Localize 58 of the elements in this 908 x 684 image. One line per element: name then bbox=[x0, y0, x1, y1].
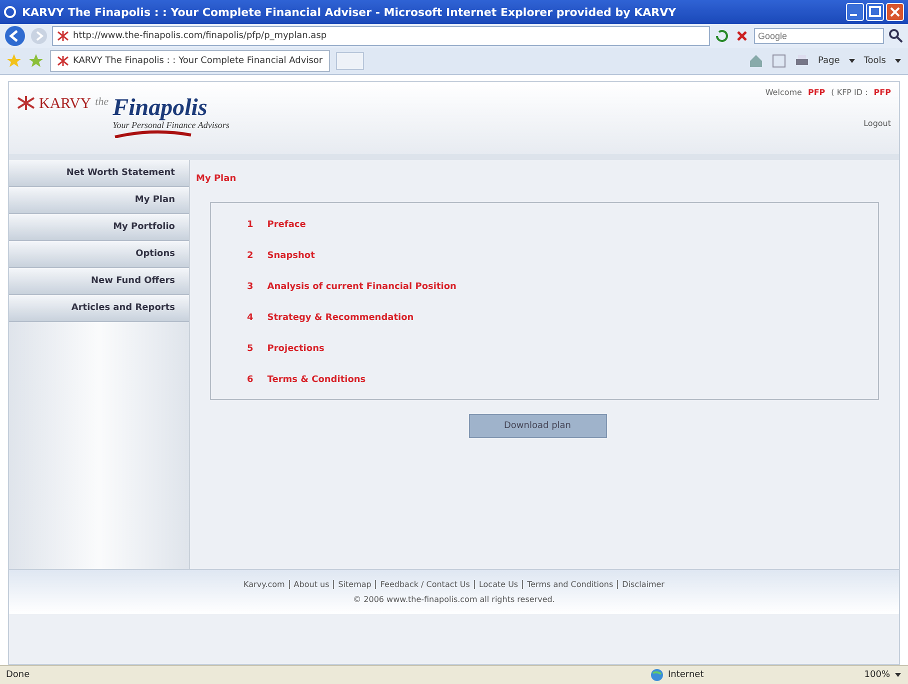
window-title: KARVY The Finapolis : : Your Complete Financial Adviser - Microsoft Internet Explorer provided by KARVY bbox=[22, 6, 676, 18]
close-icon[interactable] bbox=[886, 3, 904, 21]
sidebar-item[interactable]: Net Worth Statement bbox=[9, 160, 189, 187]
browser-tab[interactable]: KARVY The Finapolis : : Your Complete Financial Advisor bbox=[50, 50, 330, 72]
brand-name: KARVY bbox=[39, 96, 92, 113]
sidebar-item[interactable]: My Plan bbox=[9, 187, 189, 214]
section-link[interactable]: Analysis of current Financial Position bbox=[267, 282, 456, 292]
footer-link[interactable]: Terms and Conditions bbox=[522, 580, 618, 589]
footer-link[interactable]: Feedback / Contact Us bbox=[375, 580, 474, 589]
sidebar-item[interactable]: Options bbox=[9, 241, 189, 268]
swoosh-icon bbox=[112, 130, 193, 138]
maximize-icon[interactable] bbox=[866, 3, 884, 21]
download-button[interactable]: Download plan bbox=[468, 414, 606, 438]
footer-link[interactable]: Karvy.com bbox=[240, 580, 289, 589]
globe-icon bbox=[650, 668, 664, 682]
caret-icon[interactable] bbox=[848, 57, 856, 65]
page-heading: My Plan bbox=[196, 174, 238, 184]
section-link[interactable]: Terms & Conditions bbox=[267, 374, 366, 384]
address-field[interactable]: http://www.the-finapolis.com/finapolis/pfp/p_myplan.asp bbox=[52, 26, 710, 46]
section-link[interactable]: Preface bbox=[267, 220, 306, 230]
status-text: Done bbox=[6, 670, 30, 680]
section-number: 4 bbox=[247, 312, 254, 322]
footer-link[interactable]: Locate Us bbox=[474, 580, 522, 589]
section-number: 2 bbox=[247, 250, 254, 260]
section-link[interactable]: Projections bbox=[267, 344, 324, 354]
search-icon[interactable] bbox=[888, 28, 904, 44]
section-number: 6 bbox=[247, 374, 254, 384]
sidebar-item[interactable]: New Fund Offers bbox=[9, 268, 189, 295]
section-link[interactable]: Snapshot bbox=[267, 250, 315, 260]
zone-text: Internet bbox=[668, 670, 704, 680]
page-menu[interactable]: Page bbox=[818, 56, 840, 66]
tools-menu[interactable]: Tools bbox=[864, 56, 886, 66]
minimize-icon[interactable] bbox=[846, 3, 864, 21]
caret-icon[interactable] bbox=[894, 671, 902, 679]
copyright-text: © 2006 www.the-finapolis.com all rights reserved. bbox=[353, 595, 555, 604]
back-icon[interactable] bbox=[4, 25, 26, 47]
search-field[interactable]: Google bbox=[754, 28, 884, 44]
logo-the: the bbox=[95, 96, 109, 108]
footer-link[interactable]: Disclaimer bbox=[617, 580, 668, 589]
sidebar-item[interactable]: Articles and Reports bbox=[9, 295, 189, 322]
refresh-icon[interactable] bbox=[714, 28, 730, 44]
zoom-level[interactable]: 100% bbox=[830, 670, 890, 680]
section-link[interactable]: Strategy & Recommendation bbox=[267, 312, 414, 322]
footer-link[interactable]: About us bbox=[288, 580, 334, 589]
home-icon[interactable] bbox=[748, 53, 764, 69]
caret-icon[interactable] bbox=[894, 57, 902, 65]
id-label: ( KFP ID : bbox=[831, 88, 868, 97]
tagline: Your Personal Finance Advisors bbox=[112, 120, 230, 130]
user-name: PFP bbox=[808, 88, 826, 97]
sidebar-item[interactable]: My Portfolio bbox=[9, 214, 189, 241]
footer-link[interactable]: Sitemap bbox=[333, 580, 376, 589]
section-number: 5 bbox=[247, 344, 254, 354]
welcome-text: Welcome bbox=[765, 88, 802, 97]
logout-link[interactable]: Logout bbox=[864, 119, 891, 128]
user-id: PFP bbox=[874, 88, 891, 97]
section-number: 1 bbox=[247, 220, 254, 230]
section-number: 3 bbox=[247, 282, 254, 292]
logo-text: Finapolis bbox=[112, 96, 208, 120]
